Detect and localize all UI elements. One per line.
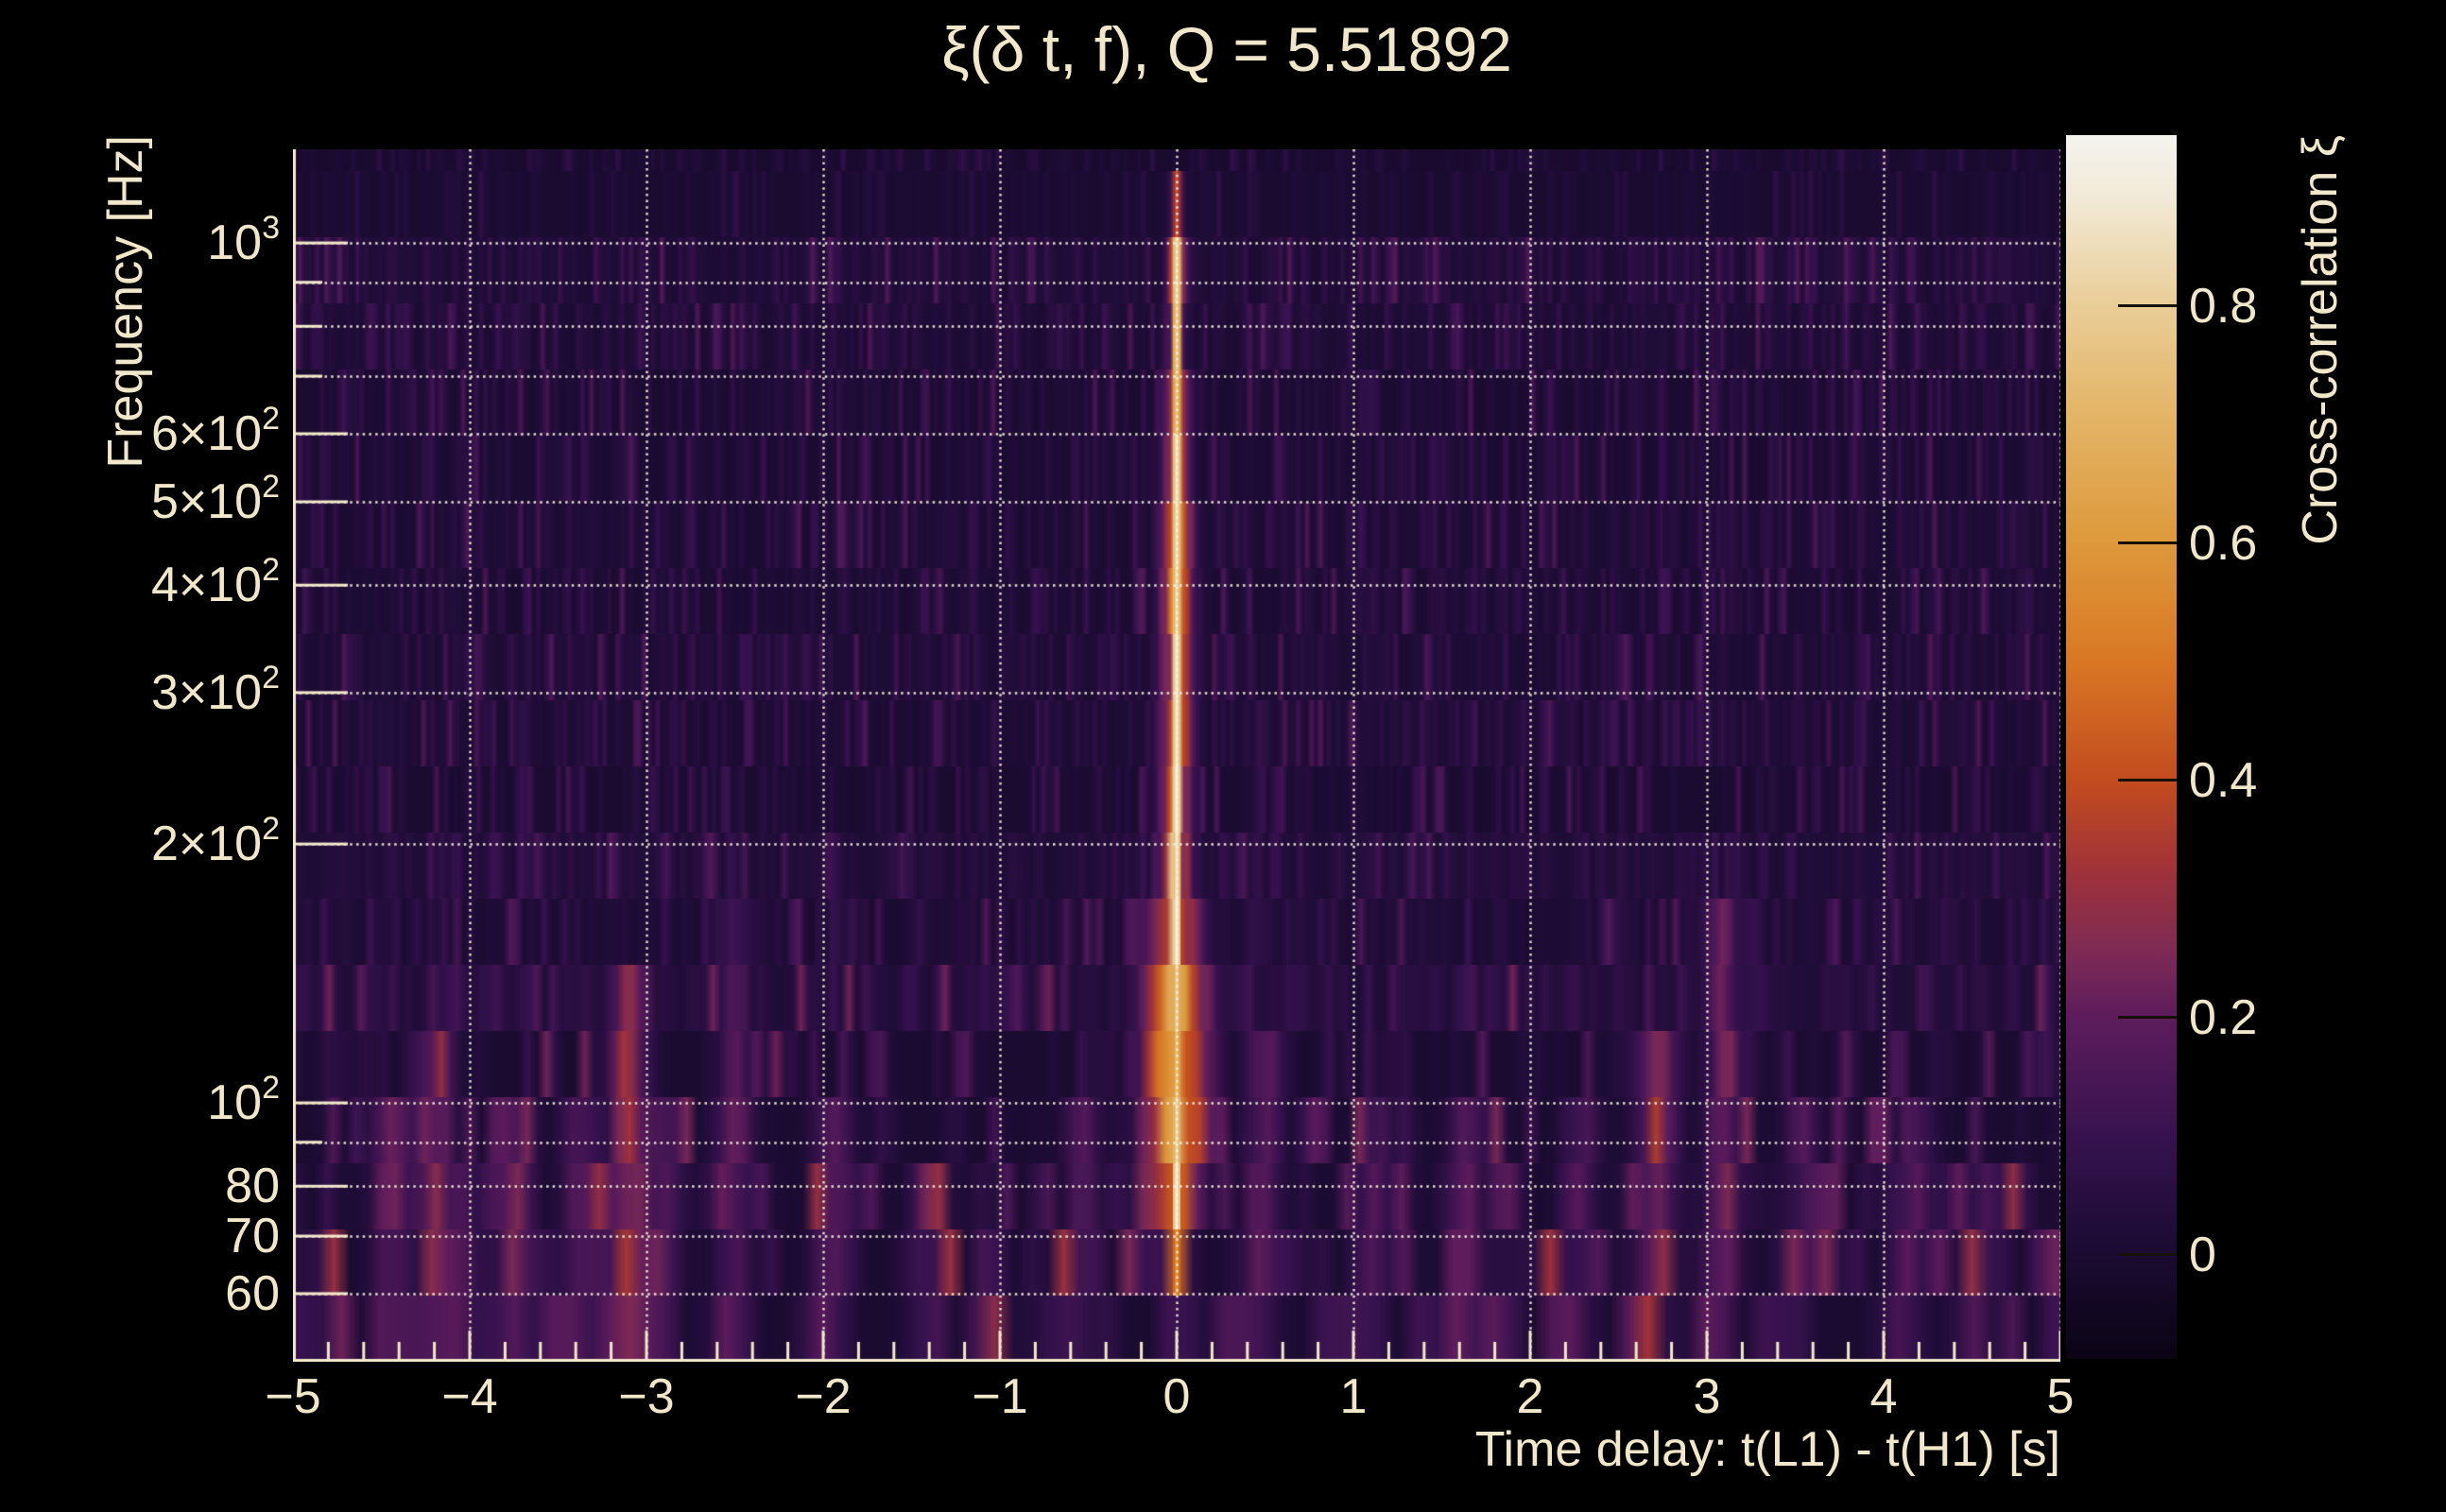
y-tick-label: 2×102 <box>150 810 280 872</box>
colorbar-gradient <box>2066 135 2177 1359</box>
y-tick-label: 102 <box>207 1069 280 1131</box>
colorbar-tick-label: 0.2 <box>2189 989 2258 1045</box>
colorbar-tick-label: 0.6 <box>2189 515 2258 571</box>
colorbar-tick-mark <box>2118 541 2177 545</box>
y-tick-label: 70 <box>225 1209 280 1264</box>
y-tick-label: 3×102 <box>150 659 280 720</box>
y-tick-label: 6×102 <box>150 400 280 461</box>
x-tick-label: 5 <box>2046 1369 2075 1424</box>
y-tick-label: 60 <box>225 1265 280 1321</box>
x-tick-label: −1 <box>972 1369 1028 1424</box>
colorbar-tick-label: 0 <box>2189 1227 2216 1282</box>
colorbar-tick-mark <box>2118 779 2177 782</box>
colorbar-tick-mark <box>2118 1016 2177 1020</box>
colorbar-tick-mark <box>2118 304 2177 308</box>
colorbar-tick-mark <box>2118 1253 2177 1257</box>
y-tick-label: 5×102 <box>150 468 280 530</box>
colorbar-tick-label: 0.4 <box>2189 752 2258 808</box>
plot-title: ξ(δ t, f), Q = 5.51892 <box>941 14 1512 84</box>
x-tick-label: −4 <box>441 1369 498 1424</box>
colorbar-tick-label: 0.8 <box>2189 278 2258 334</box>
colorbar-title: Cross-correlation ξ <box>2293 135 2348 545</box>
y-tick-label: 4×102 <box>150 551 280 613</box>
figure-canvas: ξ(δ t, f), Q = 5.51892 Frequency [Hz] Ti… <box>0 0 2446 1512</box>
x-tick-label: −3 <box>618 1369 675 1424</box>
heatmap-plot-area <box>293 149 2060 1362</box>
y-tick-label: 80 <box>225 1159 280 1214</box>
x-tick-label: 1 <box>1339 1369 1368 1424</box>
x-tick-label: −2 <box>795 1369 852 1424</box>
x-tick-label: 2 <box>1516 1369 1544 1424</box>
y-tick-label: 103 <box>207 209 280 271</box>
x-tick-label: −5 <box>265 1369 321 1424</box>
x-tick-label: 4 <box>1869 1369 1898 1424</box>
x-tick-label: 0 <box>1163 1369 1191 1424</box>
x-axis-title: Time delay: t(L1) - t(H1) [s] <box>1474 1422 2060 1477</box>
heatmap-canvas <box>293 149 2060 1362</box>
x-tick-label: 3 <box>1693 1369 1721 1424</box>
